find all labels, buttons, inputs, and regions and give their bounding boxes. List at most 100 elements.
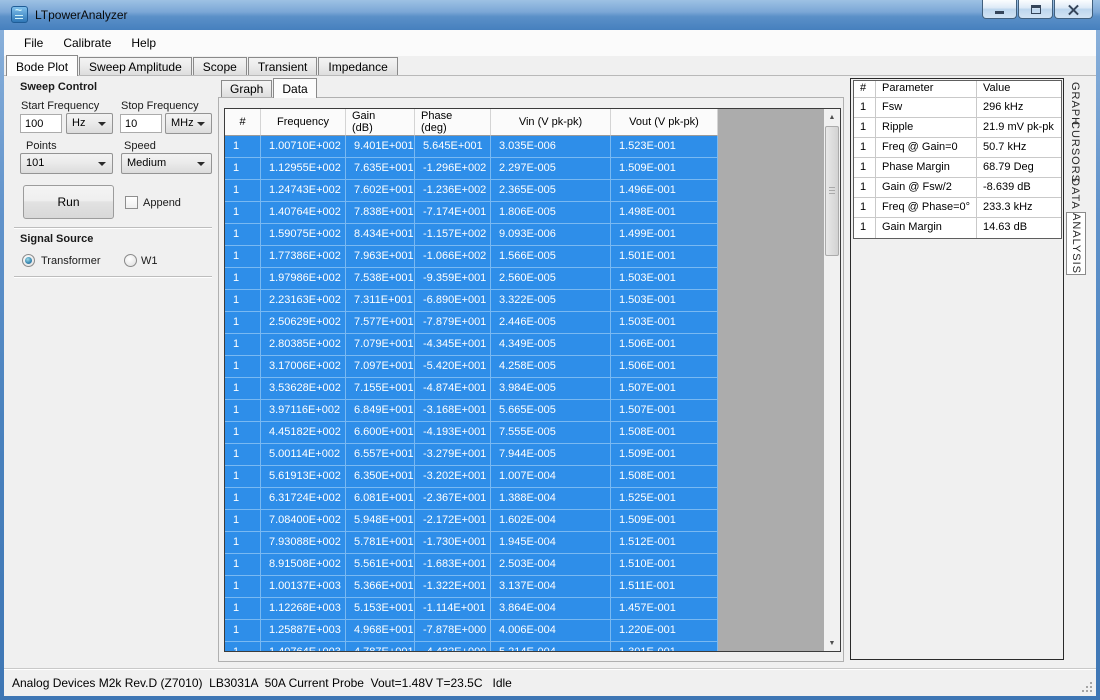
table-row[interactable]: 16.31724E+0026.081E+001-2.367E+0011.388E… [225, 488, 718, 510]
table-row[interactable]: 12.23163E+0027.311E+001-6.890E+0013.322E… [225, 290, 718, 312]
maximize-button[interactable] [1018, 0, 1053, 19]
scroll-down-icon[interactable]: ▼ [824, 635, 840, 651]
side-tab-graph[interactable]: GRAPH [1066, 82, 1084, 126]
column-header[interactable]: Gain (dB) [346, 109, 415, 136]
table-cell: 1.12268E+003 [261, 598, 346, 619]
points-select[interactable]: 101 [20, 153, 113, 174]
table-cell: 1.496E-001 [611, 180, 718, 201]
table-cell: -2.367E+001 [415, 488, 491, 509]
table-cell: 1 [225, 576, 261, 597]
append-checkbox[interactable] [125, 196, 138, 209]
maximize-icon [1031, 5, 1041, 14]
close-button[interactable] [1054, 0, 1093, 19]
column-header[interactable]: # [225, 109, 261, 136]
tab-graph[interactable]: Graph [221, 80, 272, 97]
table-cell: 1.499E-001 [611, 224, 718, 245]
menu-file[interactable]: File [14, 32, 53, 54]
analysis-row[interactable]: 1Freq @ Gain=050.7 kHz [854, 138, 1061, 158]
table-row[interactable]: 11.12268E+0035.153E+001-1.114E+0013.864E… [225, 598, 718, 620]
table-cell: 1 [225, 246, 261, 267]
table-cell: -1.296E+002 [415, 158, 491, 179]
stop-frequency-input[interactable] [120, 114, 162, 133]
table-cell: 1 [225, 532, 261, 553]
table-row[interactable]: 11.25887E+0034.968E+001-7.878E+0004.006E… [225, 620, 718, 642]
table-row[interactable]: 14.45182E+0026.600E+001-4.193E+0017.555E… [225, 422, 718, 444]
table-row[interactable]: 11.00710E+0029.401E+0015.645E+0013.035E-… [225, 136, 718, 158]
side-tab-analysis[interactable]: ANALYSIS [1066, 212, 1086, 275]
analysis-row[interactable]: 1Gain Margin14.63 dB [854, 218, 1061, 238]
start-frequency-unit-select[interactable]: Hz [66, 113, 113, 134]
table-row[interactable]: 11.59075E+0028.434E+001-1.157E+0029.093E… [225, 224, 718, 246]
minimize-button[interactable] [982, 0, 1017, 19]
table-cell: 7.602E+001 [346, 180, 415, 201]
column-header[interactable]: Frequency [261, 109, 346, 136]
analysis-row[interactable]: 1Fsw296 kHz [854, 98, 1061, 118]
table-row[interactable]: 15.00114E+0026.557E+001-3.279E+0017.944E… [225, 444, 718, 466]
menu-calibrate[interactable]: Calibrate [53, 32, 121, 54]
table-row[interactable]: 11.24743E+0027.602E+001-1.236E+0022.365E… [225, 180, 718, 202]
analysis-row[interactable]: 1Ripple21.9 mV pk-pk [854, 118, 1061, 138]
table-cell: -4.432E+000 [415, 642, 491, 652]
analysis-column-header: Value [977, 81, 1061, 97]
table-row[interactable]: 13.97116E+0026.849E+001-3.168E+0015.665E… [225, 400, 718, 422]
table-cell: -6.890E+001 [415, 290, 491, 311]
tab-impedance[interactable]: Impedance [318, 57, 397, 75]
points-value: 101 [26, 157, 44, 169]
table-row[interactable]: 17.93088E+0025.781E+001-1.730E+0011.945E… [225, 532, 718, 554]
radio-transformer[interactable] [22, 254, 35, 267]
table-row[interactable]: 11.40764E+0027.838E+001-7.174E+0011.806E… [225, 202, 718, 224]
table-cell: 1.00137E+003 [261, 576, 346, 597]
analysis-row[interactable]: 1Gain @ Fsw/2-8.639 dB [854, 178, 1061, 198]
table-row[interactable]: 11.97986E+0027.538E+001-9.359E+0012.560E… [225, 268, 718, 290]
table-row[interactable]: 12.50629E+0027.577E+001-7.879E+0012.446E… [225, 312, 718, 334]
table-cell: 1.509E-001 [611, 444, 718, 465]
column-header[interactable]: Vin (V pk-pk) [491, 109, 611, 136]
table-cell: 1.40764E+003 [261, 642, 346, 652]
analysis-row[interactable]: 1Freq @ Phase=0°233.3 kHz [854, 198, 1061, 218]
side-tab-cursors[interactable]: CURSORS [1066, 129, 1084, 175]
side-tab-data[interactable]: DATA [1066, 178, 1084, 210]
table-row[interactable]: 11.12955E+0027.635E+001-1.296E+0022.297E… [225, 158, 718, 180]
analysis-cell: 1 [854, 158, 876, 177]
table-cell: 4.968E+001 [346, 620, 415, 641]
analysis-cell: Freq @ Gain=0 [876, 138, 977, 157]
table-cell: -7.174E+001 [415, 202, 491, 223]
minimize-icon [995, 11, 1004, 14]
table-cell: 7.577E+001 [346, 312, 415, 333]
tab-bode-plot[interactable]: Bode Plot [6, 55, 78, 76]
table-row[interactable]: 15.61913E+0026.350E+001-3.202E+0011.007E… [225, 466, 718, 488]
titlebar[interactable]: LTpowerAnalyzer [0, 0, 1100, 30]
resize-grip-icon[interactable] [1080, 680, 1092, 692]
table-row[interactable]: 18.91508E+0025.561E+001-1.683E+0012.503E… [225, 554, 718, 576]
table-row[interactable]: 12.80385E+0027.079E+001-4.345E+0014.349E… [225, 334, 718, 356]
tab-data[interactable]: Data [273, 78, 316, 98]
table-cell: 1.509E-001 [611, 510, 718, 531]
table-row[interactable]: 11.00137E+0035.366E+001-1.322E+0013.137E… [225, 576, 718, 598]
table-row[interactable]: 13.53628E+0027.155E+001-4.874E+0013.984E… [225, 378, 718, 400]
table-row[interactable]: 11.40764E+0034.787E+001-4.432E+0005.214E… [225, 642, 718, 652]
table-cell: 1.40764E+002 [261, 202, 346, 223]
column-header[interactable]: Phase (deg) [415, 109, 491, 136]
window-title: LTpowerAnalyzer [35, 8, 127, 22]
radio-w1[interactable] [124, 254, 137, 267]
table-cell: 7.555E-005 [491, 422, 611, 443]
scrollbar-thumb[interactable] [825, 126, 839, 256]
start-frequency-input[interactable] [20, 114, 62, 133]
tab-transient[interactable]: Transient [248, 57, 318, 75]
stop-frequency-unit-select[interactable]: MHz [165, 113, 212, 134]
run-button[interactable]: Run [23, 185, 114, 219]
table-row[interactable]: 11.77386E+0027.963E+001-1.066E+0021.566E… [225, 246, 718, 268]
speed-select[interactable]: Medium [121, 153, 212, 174]
column-header[interactable]: Vout (V pk-pk) [611, 109, 718, 136]
data-grid-scrollbar[interactable]: ▲ ▼ [824, 109, 840, 651]
scroll-up-icon[interactable]: ▲ [824, 109, 840, 125]
table-cell: 2.503E-004 [491, 554, 611, 575]
analysis-row[interactable]: 1Phase Margin68.79 Deg [854, 158, 1061, 178]
menu-help[interactable]: Help [121, 32, 166, 54]
table-cell: 3.035E-006 [491, 136, 611, 157]
table-row[interactable]: 13.17006E+0027.097E+001-5.420E+0014.258E… [225, 356, 718, 378]
status-text: Analog Devices M2k Rev.D (Z7010) LB3031A… [12, 676, 512, 690]
table-row[interactable]: 17.08400E+0025.948E+001-2.172E+0011.602E… [225, 510, 718, 532]
tab-scope[interactable]: Scope [193, 57, 247, 75]
tab-sweep-amplitude[interactable]: Sweep Amplitude [79, 57, 192, 75]
